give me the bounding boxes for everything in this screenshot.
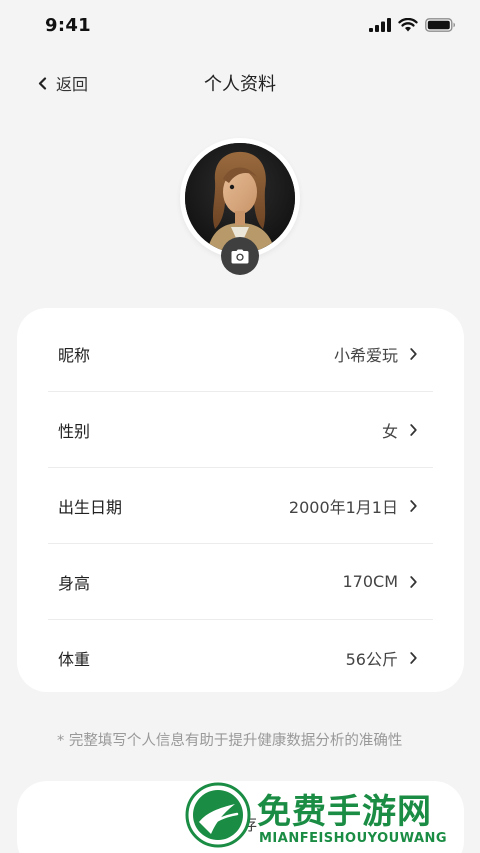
camera-icon [231,249,249,263]
chevron-right-icon [410,423,417,436]
page-title: 个人资料 [204,74,276,95]
watermark-logo-icon [185,782,251,848]
row-label: 性别 [58,421,91,441]
hint-text: * 完整填写个人信息有助于提升健康数据分析的准确性 [57,733,403,749]
battery-icon [425,18,455,32]
row-label: 出生日期 [58,497,123,517]
row-weight[interactable]: 体重 56公斤 [48,620,433,696]
row-value: 女 [381,421,398,441]
chevron-right-icon [410,347,417,360]
nav-bar: 返回 个人资料 [0,60,480,104]
status-icons [369,18,456,32]
row-label: 昵称 [58,345,91,365]
watermark-subtitle: MIANFEISHOUYOUWANG [259,831,448,846]
row-nickname[interactable]: 昵称 小希爱玩 [48,316,433,392]
row-label: 体重 [58,650,91,669]
profile-info-card: 昵称 小希爱玩 性别 女 出生日期 2000年1月1日 身高 170CM 体重 … [17,308,464,692]
chevron-right-icon [410,652,417,664]
status-bar: 9:41 [0,0,480,52]
watermark-title: 免费手游网 [257,792,432,832]
row-height[interactable]: 身高 170CM [48,544,433,620]
row-value: 56公斤 [345,650,398,669]
row-label: 身高 [58,573,91,593]
watermark: 免费手游网 MIANFEISHOUYOUWANG [185,780,480,853]
row-gender[interactable]: 性别 女 [48,392,433,468]
profile-page: 9:41 返回 个人资料 昵称 小希爱玩 性别 女 出生日期 2000年1月1日… [0,0,480,853]
row-value: 小希爱玩 [333,345,398,365]
avatar-container [180,138,300,275]
signal-icon [369,18,391,32]
status-time: 9:41 [45,15,91,36]
row-value: 170CM [342,572,398,591]
row-value: 2000年1月1日 [288,497,398,517]
chevron-right-icon [410,575,417,588]
change-avatar-button[interactable] [221,237,259,275]
wifi-icon [398,18,418,32]
chevron-right-icon [410,499,417,512]
row-birthdate[interactable]: 出生日期 2000年1月1日 [48,468,433,544]
